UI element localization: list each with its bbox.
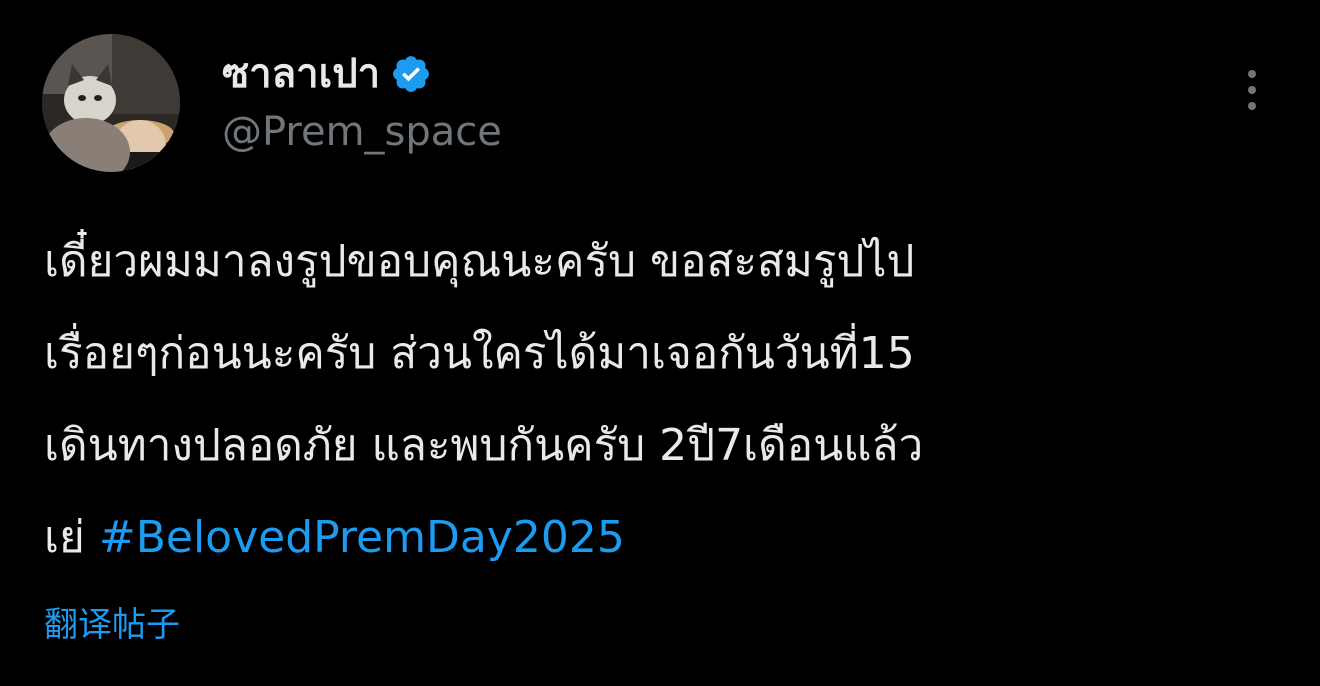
author-handle[interactable]: @Prem_space xyxy=(222,106,502,158)
tweet-text-line: เดี๋ยวผมมาลงรูปขอบคุณนะครับ ขอสะสมรูปไป xyxy=(44,236,915,287)
author-display-name[interactable]: ซาลาเปา xyxy=(222,44,380,104)
tweet-text-line: เดินทางปลอดภัย และพบกันครับ 2ปี7เดือนแล้… xyxy=(44,420,924,471)
more-vertical-icon[interactable] xyxy=(1238,68,1266,112)
hashtag-link[interactable]: #BelovedPremDay2025 xyxy=(99,512,625,563)
tweet-text-last-line: เย่ #BelovedPremDay2025 xyxy=(44,492,1294,584)
tweet-text-line: เย่ xyxy=(44,512,85,563)
tweet-card: ซาลาเปา @Prem_space เดี๋ยวผมมาลงรูปขอบคุ… xyxy=(0,0,1320,686)
author-name-row: ซาลาเปา xyxy=(222,44,432,104)
tweet-text: เดี๋ยวผมมาลงรูปขอบคุณนะครับ ขอสะสมรูปไป … xyxy=(44,216,1294,584)
avatar[interactable] xyxy=(42,34,180,172)
tweet-text-line: เรื่อยๆก่อนนะครับ ส่วนใครได้มาเจอกันวันท… xyxy=(44,328,915,379)
verified-badge-icon xyxy=(390,53,432,95)
translate-post-link[interactable]: 翻译帖子 xyxy=(44,600,180,650)
